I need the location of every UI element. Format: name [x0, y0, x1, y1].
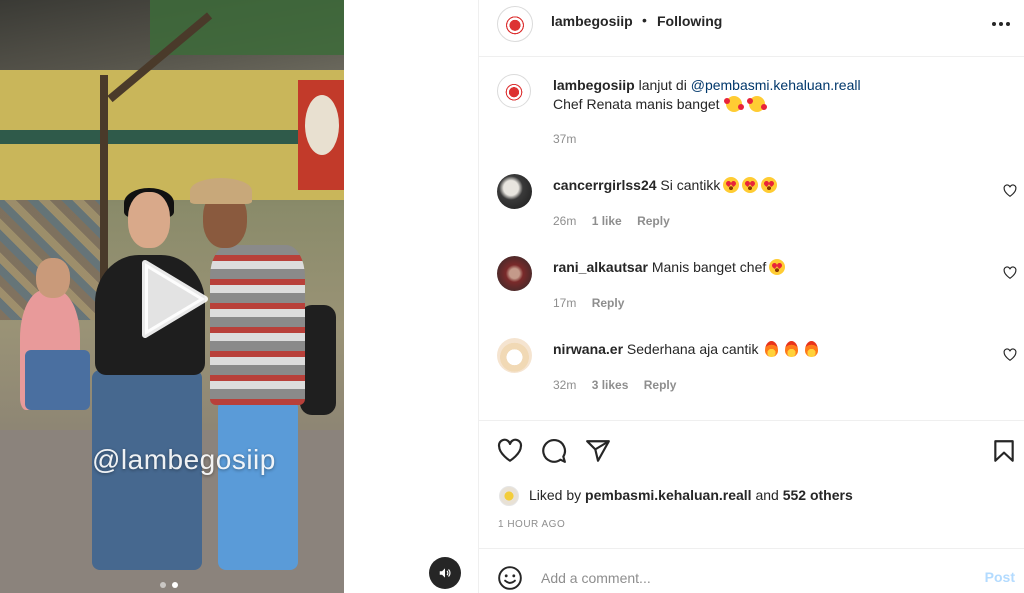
comment-username[interactable]: rani_alkautsar — [553, 259, 648, 275]
comment-input[interactable] — [541, 561, 961, 593]
bookmark-icon[interactable] — [991, 438, 1017, 464]
caption-username[interactable]: lambegosiip — [553, 77, 635, 93]
carousel-dots — [160, 582, 178, 588]
more-horizontal-icon — [992, 22, 1010, 26]
comment-like-icon[interactable] — [1003, 266, 1017, 280]
paper-plane-icon[interactable] — [585, 438, 611, 464]
post-details-panel: lambegosiip • Following lambegosiip lanj… — [478, 0, 1024, 593]
fire-icon — [765, 341, 779, 357]
comment-icon[interactable] — [541, 438, 567, 464]
comment-item: rani_alkautsar Manis banget chef 17m Rep… — [479, 256, 1024, 328]
comment-username[interactable]: cancerrgirlss24 — [553, 177, 657, 193]
caption-text: lanjut di — [638, 77, 691, 93]
caption-author-avatar[interactable] — [497, 74, 531, 108]
play-icon[interactable] — [139, 259, 209, 339]
more-options-button[interactable] — [989, 12, 1013, 36]
post-video[interactable]: @lambegosiip — [0, 0, 344, 593]
smiling-face-with-hearts-icon — [747, 96, 768, 112]
video-watermark: @lambegosiip — [92, 444, 276, 475]
post-caption: lambegosiip lanjut di @pembasmi.kehaluan… — [553, 76, 993, 114]
commenter-avatar[interactable] — [497, 256, 532, 291]
caption-line2: Chef Renata manis banget — [553, 96, 720, 112]
heart-eyes-icon — [769, 259, 786, 275]
header-separator: • — [642, 12, 647, 28]
background-person-head — [36, 258, 70, 298]
heart-eyes-icon — [723, 177, 740, 193]
speaker-icon — [439, 568, 451, 578]
likes-others[interactable]: 552 others — [783, 487, 853, 503]
woman-head — [128, 192, 170, 248]
comment-likes[interactable]: 3 likes — [592, 378, 629, 392]
likes-middle: and — [751, 487, 783, 503]
commenter-avatar[interactable] — [497, 338, 532, 373]
author-avatar[interactable] — [497, 6, 533, 42]
liker-avatar[interactable] — [499, 486, 519, 506]
carousel-dot — [160, 582, 166, 588]
commenter-avatar[interactable] — [497, 174, 532, 209]
comment-meta: 26m 1 like Reply — [553, 214, 670, 228]
caption-time[interactable]: 37m — [553, 132, 576, 146]
following-button[interactable]: Following — [657, 13, 722, 29]
comment-text: Si cantikk — [660, 177, 721, 193]
background-person-legs — [25, 350, 90, 410]
heart-eyes-icon — [761, 177, 778, 193]
comment-body: rani_alkautsar Manis banget chef — [553, 258, 786, 277]
comment-time[interactable]: 26m — [553, 214, 576, 228]
scene-tree — [150, 0, 344, 55]
comment-likes[interactable]: 1 like — [592, 214, 622, 228]
audio-toggle-button[interactable] — [429, 557, 461, 589]
likes-prefix: Liked by — [529, 487, 586, 503]
likes-summary: Liked by pembasmi.kehaluan.reall and 552… — [529, 487, 853, 503]
author-username[interactable]: lambegosiip — [551, 13, 633, 29]
emoji-smile-icon[interactable] — [497, 565, 523, 591]
scene-sign-logo — [305, 95, 339, 155]
reply-button[interactable]: Reply — [644, 378, 677, 392]
comment-text: Sederhana aja cantik — [626, 341, 759, 357]
post-comment-button[interactable]: Post — [985, 569, 1015, 585]
comment-text: Manis banget chef — [651, 259, 767, 275]
man-shirt — [210, 245, 305, 405]
caption-mention[interactable]: @pembasmi.kehaluan.reall — [691, 77, 861, 93]
add-comment-bar: Post — [479, 548, 1024, 593]
comment-time[interactable]: 32m — [553, 378, 576, 392]
fire-icon — [785, 341, 799, 357]
heart-icon[interactable] — [497, 438, 523, 464]
comment-item: cancerrgirlss24 Si cantikk 26m 1 like Re… — [479, 174, 1024, 246]
comment-body: cancerrgirlss24 Si cantikk — [553, 176, 778, 195]
carousel-dot-active — [172, 582, 178, 588]
comment-like-icon[interactable] — [1003, 348, 1017, 362]
heart-eyes-icon — [742, 177, 759, 193]
comment-time[interactable]: 17m — [553, 296, 576, 310]
post-header: lambegosiip • Following — [479, 0, 1024, 57]
man-cap — [190, 178, 252, 204]
comment-meta: 32m 3 likes Reply — [553, 378, 676, 392]
comment-meta: 17m Reply — [553, 296, 624, 310]
scene-wall-stripe — [0, 130, 344, 144]
man-pants — [218, 400, 298, 570]
post-actions: Liked by pembasmi.kehaluan.reall and 552… — [479, 420, 1024, 550]
comment-item: nirwana.er Sederhana aja cantik 32m 3 li… — [479, 338, 1024, 410]
smiling-face-with-hearts-icon — [724, 96, 745, 112]
reply-button[interactable]: Reply — [637, 214, 670, 228]
fire-icon — [805, 341, 819, 357]
liker-username[interactable]: pembasmi.kehaluan.reall — [585, 487, 752, 503]
post-timestamp[interactable]: 1 HOUR AGO — [498, 519, 565, 530]
comment-like-icon[interactable] — [1003, 184, 1017, 198]
comment-username[interactable]: nirwana.er — [553, 341, 623, 357]
man-backpack — [300, 305, 336, 415]
reply-button[interactable]: Reply — [592, 296, 625, 310]
comment-body: nirwana.er Sederhana aja cantik — [553, 340, 819, 359]
